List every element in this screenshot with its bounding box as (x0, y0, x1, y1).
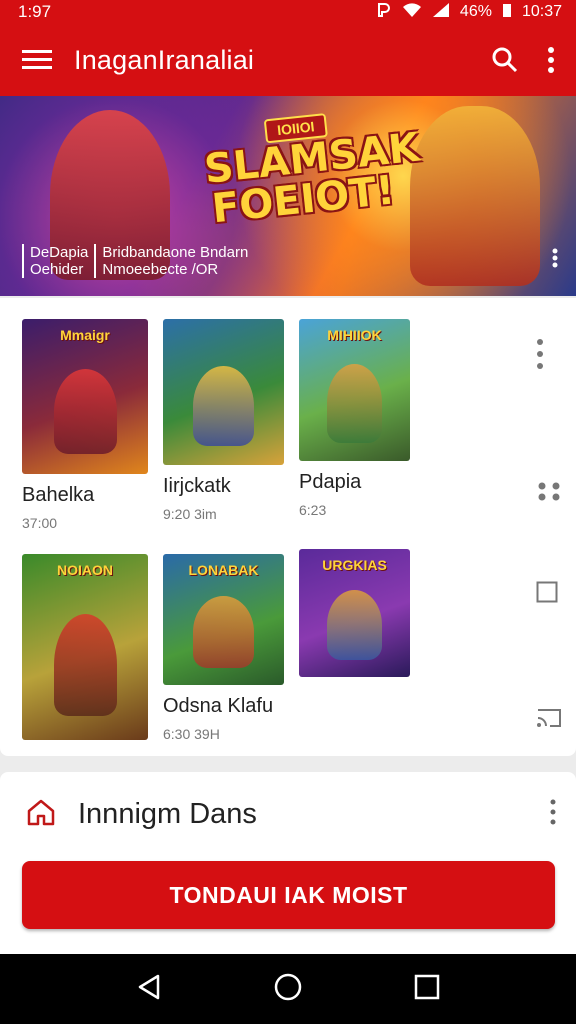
home-icon[interactable] (26, 798, 56, 831)
banner-title: SLAMSAK FOEIOT! (202, 124, 422, 233)
section-more-icon[interactable] (550, 799, 556, 830)
app-bar: InaganIranaliai (0, 24, 576, 96)
status-bar: 1:97 46% 10:37 (0, 0, 576, 24)
game-meta: 37:00 (22, 515, 58, 531)
game-cover: NOIAON (22, 554, 148, 740)
cover-character (53, 368, 117, 454)
banner-caption-right-2: Nmoeebecte /OR (102, 261, 219, 278)
battery-icon (502, 2, 512, 23)
recents-icon[interactable] (414, 974, 440, 1005)
search-icon[interactable] (492, 47, 518, 73)
checkbox[interactable] (536, 581, 558, 608)
game-cover: URGKIAS (299, 549, 410, 677)
signal-icon (432, 2, 450, 23)
home-section: Innnigm Dans TONDAUI IAK MOIST (0, 772, 576, 954)
cover-title: MIHIIOK (327, 327, 382, 343)
banner-caption-left-2: Oehider (30, 261, 84, 278)
battery-percent: 46% (459, 3, 492, 20)
game-tile[interactable]: MIHIIOK Pdapia 6:23 (299, 319, 410, 518)
cover-title: NOIAON (57, 562, 113, 578)
cover-character (326, 589, 383, 661)
menu-icon[interactable] (22, 49, 52, 71)
banner-caption-left-1: DeDapia (30, 244, 89, 261)
game-meta: 6:23 (299, 502, 327, 518)
system-nav-bar (0, 954, 576, 1024)
banner-caption-right-1: Bridbandaone Bndarn (102, 244, 249, 261)
game-tile[interactable]: Mmaigr Bahelka 37:00 (22, 319, 148, 531)
cover-character (193, 365, 254, 447)
section-title: Innnigm Dans (78, 797, 257, 830)
banner-caption: DeDapia Oehider Bridbandaone Bndarn Nmoe… (22, 244, 248, 278)
game-meta: 9:20 3im (163, 506, 217, 522)
status-time: 1:97 (18, 2, 52, 21)
wifi-icon (402, 2, 422, 23)
cover-character (193, 595, 254, 668)
home-nav-icon[interactable] (273, 972, 303, 1007)
game-cover (163, 319, 284, 465)
share-icon[interactable] (536, 480, 562, 507)
game-cover: MIHIIOK (299, 319, 410, 461)
section-header: Innnigm Dans (26, 794, 556, 834)
cover-character (326, 364, 383, 443)
games-grid: Mmaigr Bahelka 37:00 Iirjckatk 9:20 3im … (0, 298, 576, 756)
game-tile[interactable]: Iirjckatk 9:20 3im (163, 319, 284, 522)
row-more-icon[interactable] (536, 338, 544, 375)
game-title: Bahelka (22, 484, 95, 506)
banner-hero-right (410, 106, 540, 286)
game-cover: Mmaigr (22, 319, 148, 474)
game-tile[interactable]: URGKIAS (299, 549, 410, 677)
cover-character (53, 613, 117, 716)
cover-title: Mmaigr (60, 327, 110, 343)
game-cover: LONABAK (163, 554, 284, 685)
back-icon[interactable] (136, 973, 162, 1006)
banner-more-icon[interactable] (552, 248, 558, 273)
primary-action-button[interactable]: TONDAUI IAK MOIST (22, 861, 555, 929)
status-clock: 10:37 (521, 3, 562, 20)
game-title: Odsna Klafu (163, 695, 274, 717)
overflow-menu-icon[interactable] (548, 47, 554, 73)
game-tile[interactable]: LONABAK Odsna Klafu 6:30 39H (163, 554, 284, 742)
game-meta: 6:30 39H (163, 726, 220, 742)
cover-title: URGKIAS (322, 557, 387, 573)
banner-headline: IOIIOI SLAMSAK FOEIOT! (200, 106, 422, 233)
game-title: Pdapia (299, 471, 362, 493)
game-tile[interactable]: NOIAON (22, 554, 148, 740)
featured-banner[interactable]: IOIIOI SLAMSAK FOEIOT! DeDapia Oehider B… (0, 96, 576, 296)
game-title: Iirjckatk (163, 475, 231, 497)
cast-icon[interactable] (536, 706, 562, 733)
nfc-icon (376, 2, 392, 23)
app-title: InaganIranaliai (74, 44, 255, 75)
cover-title: LONABAK (188, 562, 259, 578)
